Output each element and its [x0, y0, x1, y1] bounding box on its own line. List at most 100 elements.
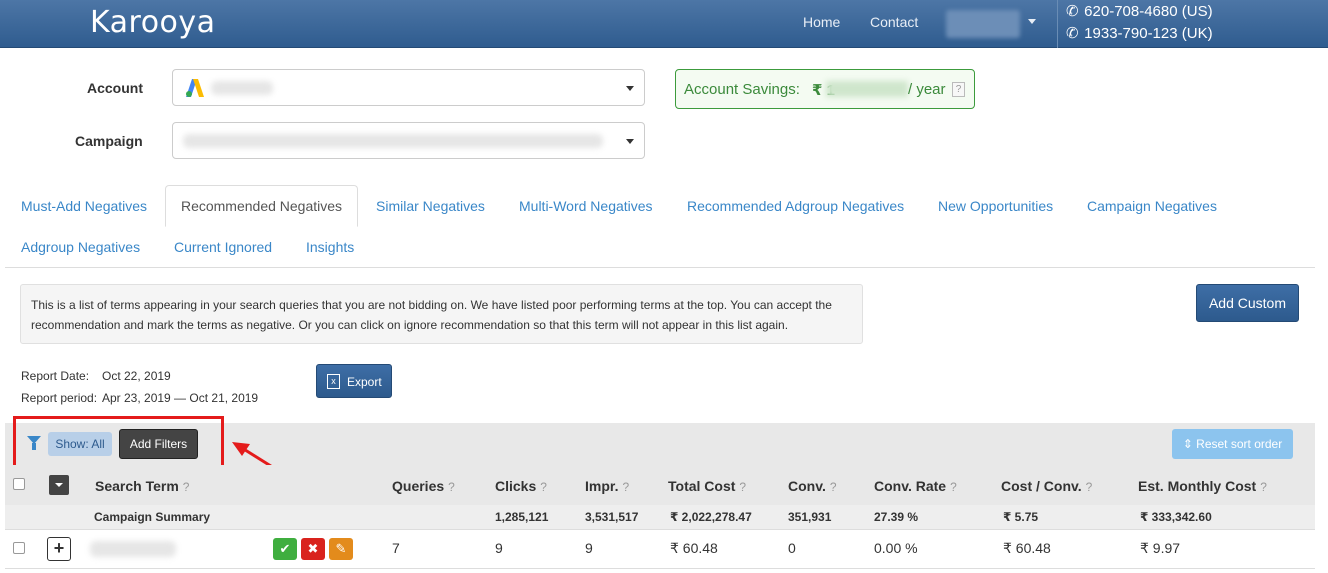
info-description: This is a list of terms appearing in you…: [20, 284, 863, 344]
user-menu[interactable]: [946, 10, 1020, 38]
column-clicks[interactable]: Clicks?: [495, 478, 547, 494]
column-conv[interactable]: Conv.?: [788, 478, 837, 494]
help-icon[interactable]: ?: [1086, 480, 1093, 494]
summary-cost-per-conv: ₹ 5.75: [1003, 510, 1039, 524]
table-header: [5, 465, 1315, 505]
row-checkbox[interactable]: [13, 542, 25, 554]
tab-recommended-negatives[interactable]: Recommended Negatives: [165, 185, 358, 227]
chevron-down-icon[interactable]: [626, 139, 634, 144]
tab-insights[interactable]: Insights: [306, 239, 354, 255]
column-clicks-label: Clicks: [495, 478, 537, 494]
column-conv-rate[interactable]: Conv. Rate?: [874, 478, 957, 494]
account-select[interactable]: [172, 69, 645, 106]
tabs-divider: [5, 267, 1315, 268]
summary-total-cost: ₹ 2,022,278.47: [670, 510, 752, 524]
summary-conv-rate: 27.39 %: [874, 510, 919, 524]
phone-icon: ✆: [1066, 25, 1079, 42]
summary-conv: 351,931: [788, 510, 832, 524]
cell-clicks: 9: [495, 540, 503, 556]
tab-similar-negatives[interactable]: Similar Negatives: [376, 198, 485, 214]
account-savings-badge: Account Savings: ₹ 1 / year ?: [675, 69, 975, 109]
export-label: Export: [347, 375, 382, 389]
tab-current-ignored[interactable]: Current Ignored: [174, 239, 272, 255]
savings-label: Account Savings:: [684, 81, 800, 98]
phone-uk: ✆ 1933-790-123 (UK): [1066, 24, 1213, 42]
campaign-name-redacted: [183, 134, 603, 148]
campaign-label: Campaign: [75, 133, 143, 149]
excel-icon: x: [327, 374, 340, 389]
cell-impr: 9: [585, 540, 593, 556]
column-est-monthly-cost-label: Est. Monthly Cost: [1138, 478, 1257, 494]
cell-cost-per-conv: ₹ 60.48: [1003, 540, 1051, 556]
help-icon[interactable]: ?: [950, 480, 957, 494]
cell-conv: 0: [788, 540, 796, 556]
column-total-cost[interactable]: Total Cost?: [668, 478, 746, 494]
bulk-action-dropdown[interactable]: [49, 475, 69, 495]
expand-row-button[interactable]: +: [47, 537, 71, 561]
summary-impr: 3,531,517: [585, 510, 639, 524]
edit-pencil-icon[interactable]: ✎: [329, 538, 353, 560]
column-est-monthly-cost[interactable]: Est. Monthly Cost?: [1138, 478, 1267, 494]
column-search-term[interactable]: Search Term?: [95, 478, 189, 494]
column-queries[interactable]: Queries?: [392, 478, 455, 494]
tab-must-add-negatives[interactable]: Must-Add Negatives: [21, 198, 147, 214]
tab-multi-word-negatives[interactable]: Multi-Word Negatives: [519, 198, 653, 214]
campaign-select[interactable]: [172, 122, 645, 159]
search-term-redacted: [90, 541, 176, 557]
row-divider: [5, 529, 1315, 530]
help-icon[interactable]: ?: [830, 480, 837, 494]
reset-sort-label: Reset sort order: [1196, 437, 1283, 451]
help-icon[interactable]: ?: [622, 480, 629, 494]
column-search-term-label: Search Term: [95, 478, 179, 494]
chevron-down-icon: [55, 483, 63, 487]
tab-new-opportunities[interactable]: New Opportunities: [938, 198, 1053, 214]
phone-uk-text: 1933-790-123 (UK): [1084, 25, 1213, 42]
highlight-box: [13, 416, 224, 472]
nav-contact-link[interactable]: Contact: [870, 14, 918, 30]
report-date-value: Oct 22, 2019: [102, 369, 171, 383]
account-name-redacted: [211, 81, 273, 95]
column-queries-label: Queries: [392, 478, 445, 494]
cell-est-monthly: ₹ 9.97: [1140, 540, 1181, 556]
savings-amount-redacted: [826, 81, 908, 97]
help-icon[interactable]: ?: [1260, 480, 1267, 494]
export-button[interactable]: x Export: [316, 364, 392, 398]
add-custom-button[interactable]: Add Custom: [1196, 284, 1299, 322]
help-icon[interactable]: ?: [540, 480, 547, 494]
column-impr[interactable]: Impr.?: [585, 478, 629, 494]
chevron-down-icon[interactable]: [626, 86, 634, 91]
column-cost-per-conv[interactable]: Cost / Conv.?: [1001, 478, 1092, 494]
savings-per-year: / year: [908, 81, 946, 98]
help-icon[interactable]: ?: [952, 82, 965, 97]
tab-campaign-negatives[interactable]: Campaign Negatives: [1087, 198, 1217, 214]
cell-queries: 7: [392, 540, 400, 556]
phone-us-text: 620-708-4680 (US): [1084, 3, 1213, 20]
summary-clicks: 1,285,121: [495, 510, 549, 524]
select-all-checkbox[interactable]: [13, 478, 25, 490]
reset-sort-order-button[interactable]: ⇕ Reset sort order: [1172, 429, 1293, 459]
sort-icon: ⇕: [1182, 437, 1193, 451]
row-divider: [5, 568, 1315, 569]
help-icon[interactable]: ?: [448, 480, 455, 494]
column-impr-label: Impr.: [585, 478, 619, 494]
summary-label: Campaign Summary: [94, 510, 211, 524]
phone-icon: ✆: [1066, 3, 1079, 20]
help-icon[interactable]: ?: [183, 480, 190, 494]
tab-recommended-adgroup-negatives[interactable]: Recommended Adgroup Negatives: [687, 198, 904, 214]
ignore-x-icon[interactable]: ✖: [301, 538, 325, 560]
savings-currency-symbol: ₹: [812, 82, 823, 99]
google-ads-icon: [186, 79, 204, 97]
tab-adgroup-negatives[interactable]: Adgroup Negatives: [21, 239, 140, 255]
summary-est-monthly: ₹ 333,342.60: [1140, 510, 1212, 524]
report-date-label: Report Date:: [21, 369, 90, 383]
karooya-logo[interactable]: Karooya: [90, 5, 216, 40]
help-icon[interactable]: ?: [739, 480, 746, 494]
accept-check-icon[interactable]: ✔: [273, 538, 297, 560]
nav-home-link[interactable]: Home: [803, 14, 840, 30]
phone-numbers: ✆ 620-708-4680 (US) ✆ 1933-790-123 (UK): [1057, 0, 1328, 48]
column-total-cost-label: Total Cost: [668, 478, 736, 494]
top-navbar: Karooya Home Contact ✆ 620-708-4680 (US)…: [0, 0, 1328, 48]
report-period-value: Apr 23, 2019 — Oct 21, 2019: [102, 391, 259, 405]
cell-conv-rate: 0.00 %: [874, 540, 918, 556]
chevron-down-icon[interactable]: [1028, 19, 1036, 24]
